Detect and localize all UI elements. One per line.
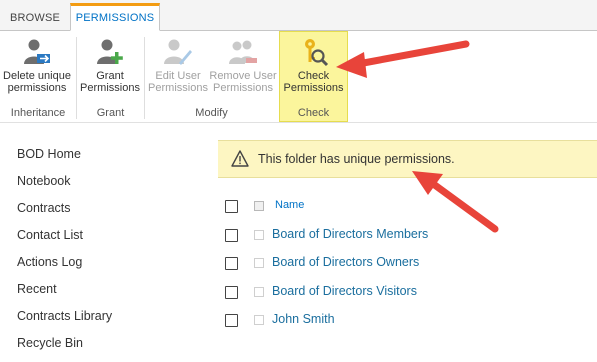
row-select-box[interactable] — [254, 315, 264, 325]
row-checkbox[interactable] — [225, 314, 238, 327]
group-link-visitors[interactable]: Board of Directors Visitors — [272, 284, 417, 298]
row-select-box[interactable] — [254, 286, 264, 297]
grant-permissions-button[interactable]: Grant Permissions — [79, 37, 141, 94]
edit-user-line2: Permissions — [148, 82, 208, 94]
row-checkbox[interactable] — [225, 285, 238, 299]
delete-unique-line2: permissions — [7, 82, 67, 94]
row-checkbox[interactable] — [225, 228, 238, 242]
edit-user-permissions-button[interactable]: Edit User Permissions — [147, 37, 209, 94]
nav-item-contracts[interactable]: Contracts — [17, 200, 112, 227]
ribbon: Delete unique permissions Grant Permissi… — [0, 31, 597, 123]
remove-user-permissions-button[interactable]: Remove User Permissions — [209, 37, 277, 94]
user-delete-icon — [24, 39, 50, 64]
nav-item-notebook[interactable]: Notebook — [17, 173, 112, 200]
check-permissions-button[interactable]: Check Permissions — [280, 37, 347, 94]
grant-line2: Permissions — [80, 82, 140, 94]
user-add-icon — [97, 39, 123, 64]
row-checkbox[interactable] — [225, 257, 238, 270]
group-label-inheritance: Inheritance — [10, 107, 66, 119]
nav-item-contact-list[interactable]: Contact List — [17, 227, 112, 254]
group-label-check: Check — [297, 107, 330, 119]
header-item-checkbox[interactable] — [254, 201, 264, 211]
nav-item-actions-log[interactable]: Actions Log — [17, 254, 112, 281]
row-select-box[interactable] — [254, 258, 264, 268]
user-link-john-smith[interactable]: John Smith — [272, 312, 335, 326]
ribbon-tab-bar: BROWSE PERMISSIONS — [0, 0, 597, 31]
remove-user-line1: Remove User — [209, 70, 277, 82]
column-header-name[interactable]: Name — [275, 199, 304, 211]
warning-icon — [231, 150, 249, 167]
grant-line1: Grant — [96, 70, 124, 82]
edit-user-line1: Edit User — [155, 70, 201, 82]
group-link-members[interactable]: Board of Directors Members — [272, 227, 428, 241]
tab-permissions[interactable]: PERMISSIONS — [70, 3, 160, 31]
nav-item-bod-home[interactable]: BOD Home — [17, 146, 112, 173]
delete-unique-line1: Delete unique — [3, 70, 71, 82]
nav-item-recent[interactable]: Recent — [17, 281, 112, 308]
group-link-owners[interactable]: Board of Directors Owners — [272, 255, 419, 269]
check-line1: Check — [297, 70, 330, 82]
user-remove-icon — [229, 40, 257, 64]
group-label-grant: Grant — [96, 107, 125, 119]
unique-permissions-banner: This folder has unique permissions. — [218, 140, 597, 178]
group-label-modify: Modify — [195, 107, 228, 119]
user-edit-icon — [164, 39, 192, 65]
arrow-to-banner — [412, 171, 499, 233]
quick-launch-nav: BOD Home Notebook Contracts Contact List… — [17, 146, 112, 362]
tab-browse[interactable]: BROWSE — [0, 6, 70, 30]
nav-item-contracts-library[interactable]: Contracts Library — [17, 308, 112, 335]
check-line2: Permissions — [283, 82, 344, 94]
banner-text: This folder has unique permissions. — [258, 152, 455, 166]
delete-unique-permissions-button[interactable]: Delete unique permissions — [2, 37, 72, 94]
row-select-box[interactable] — [254, 229, 264, 240]
nav-item-recycle-bin[interactable]: Recycle Bin — [17, 335, 112, 362]
select-all-checkbox[interactable] — [225, 200, 238, 213]
remove-user-line2: Permissions — [213, 82, 273, 94]
key-search-icon — [304, 39, 328, 67]
